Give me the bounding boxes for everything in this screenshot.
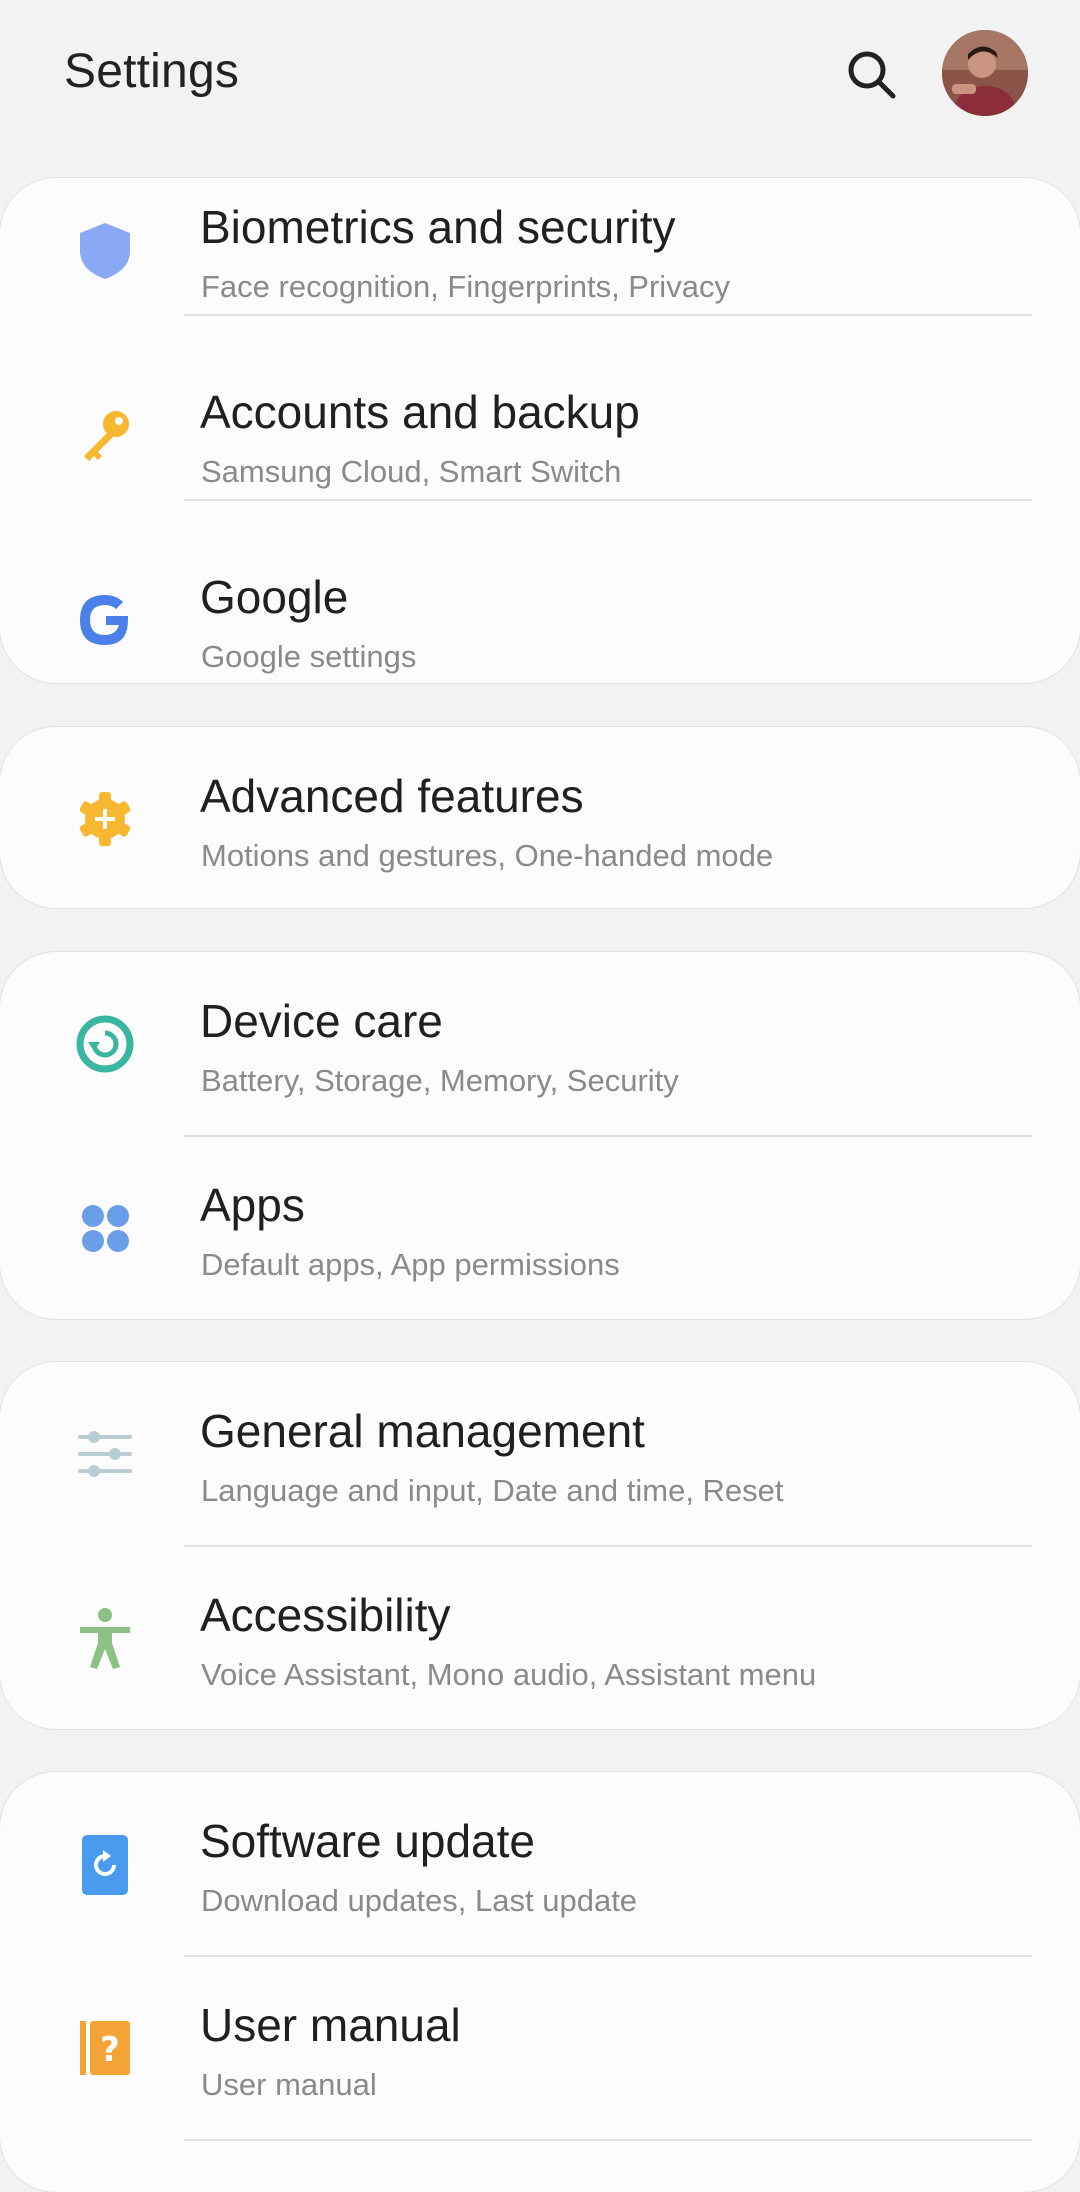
- card-accounts-security: Biometrics and security Face recognition…: [0, 178, 1080, 683]
- card-device: Device care Battery, Storage, Memory, Se…: [0, 952, 1080, 1319]
- device-care-icon: [76, 1015, 134, 1073]
- settings-item-device-care[interactable]: Device care Battery, Storage, Memory, Se…: [0, 952, 1080, 1137]
- item-label: Google: [200, 571, 349, 623]
- item-subtitle: Google settings: [201, 639, 417, 674]
- settings-item-apps[interactable]: Apps Default apps, App permissions: [0, 1136, 1080, 1319]
- item-subtitle: Motions and gestures, One-handed mode: [201, 838, 774, 873]
- settings-item-biometrics[interactable]: Biometrics and security Face recognition…: [0, 178, 1080, 343]
- divider: [184, 499, 1032, 501]
- item-subtitle: Face recognition, Fingerprints, Privacy: [201, 269, 730, 304]
- key-icon: [84, 411, 129, 461]
- divider: [184, 314, 1032, 316]
- item-label: Accounts and backup: [200, 386, 640, 438]
- gear-plus-icon: [79, 792, 131, 846]
- item-label: General management: [200, 1405, 645, 1457]
- card-general: General management Language and input, D…: [0, 1362, 1080, 1729]
- settings-item-general-management[interactable]: General management Language and input, D…: [0, 1362, 1080, 1547]
- user-avatar[interactable]: [942, 30, 1028, 116]
- app-header: Settings: [0, 0, 1080, 150]
- item-label: Accessibility: [200, 1589, 451, 1641]
- item-label: Software update: [200, 1815, 536, 1867]
- item-subtitle: User manual: [201, 2067, 377, 2102]
- settings-item-software-update[interactable]: Software update Download updates, Last u…: [0, 1772, 1080, 1957]
- search-icon: [848, 51, 896, 99]
- settings-item-user-manual[interactable]: ? User manual User manual: [0, 1956, 1080, 2141]
- svg-text:?: ?: [100, 2030, 120, 2070]
- settings-item-google[interactable]: Google Google settings: [0, 528, 1080, 683]
- item-subtitle: Samsung Cloud, Smart Switch: [201, 454, 622, 489]
- search-button[interactable]: [843, 46, 899, 102]
- item-label: User manual: [200, 1999, 461, 2051]
- avatar-image: [942, 30, 1028, 116]
- item-subtitle: Language and input, Date and time, Reset: [201, 1473, 784, 1508]
- apps-grid-icon: [82, 1205, 129, 1252]
- item-label: Biometrics and security: [200, 201, 676, 253]
- card-advanced: Advanced features Motions and gestures, …: [0, 727, 1080, 908]
- divider: [184, 2139, 1032, 2141]
- user-manual-icon: ?: [80, 2021, 130, 2075]
- shield-icon: [80, 223, 130, 279]
- item-label: Device care: [200, 995, 443, 1047]
- software-update-icon: [82, 1835, 128, 1895]
- card-support: Software update Download updates, Last u…: [0, 1772, 1080, 2192]
- settings-item-accessibility[interactable]: Accessibility Voice Assistant, Mono audi…: [0, 1546, 1080, 1729]
- item-label: Apps: [200, 1179, 305, 1231]
- item-subtitle: Battery, Storage, Memory, Security: [201, 1063, 679, 1098]
- settings-item-advanced-features[interactable]: Advanced features Motions and gestures, …: [0, 727, 1080, 908]
- item-subtitle: Download updates, Last update: [201, 1883, 638, 1918]
- sliders-icon: [78, 1431, 132, 1477]
- item-subtitle: Voice Assistant, Mono audio, Assistant m…: [201, 1657, 817, 1692]
- page-title: Settings: [64, 45, 240, 98]
- google-icon: [80, 595, 128, 645]
- item-label: Advanced features: [200, 770, 584, 822]
- accessibility-icon: [80, 1608, 130, 1669]
- item-subtitle: Default apps, App permissions: [201, 1247, 620, 1282]
